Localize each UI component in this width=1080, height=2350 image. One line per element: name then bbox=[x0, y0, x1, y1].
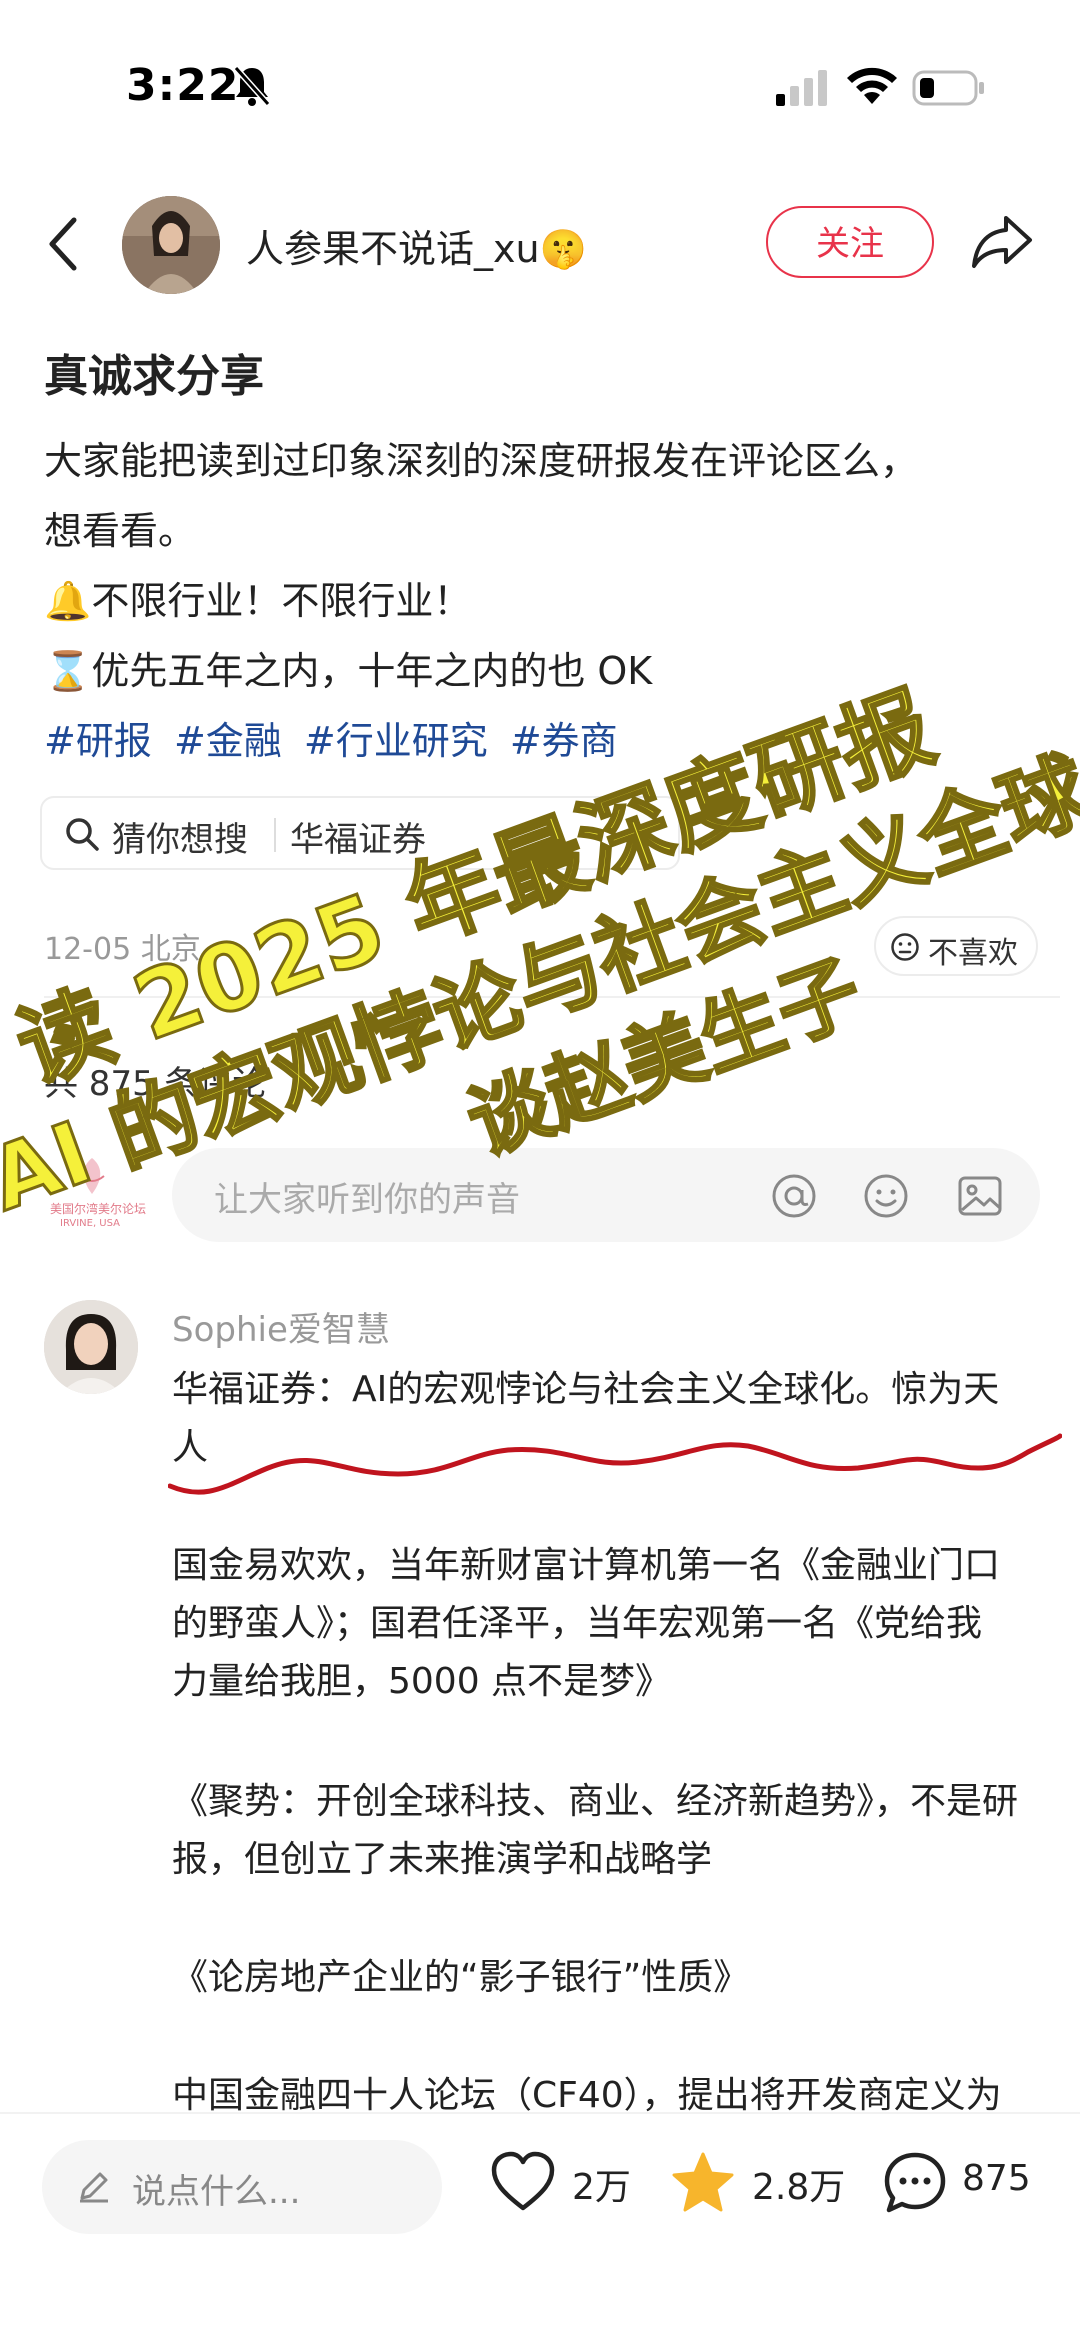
heart-icon[interactable] bbox=[490, 2150, 556, 2216]
comment-text-line: 中国金融四十人论坛（CF40），提出将开发商定义为 bbox=[172, 2075, 1002, 2116]
comment-count: 共 875 条评论 bbox=[44, 1064, 267, 1104]
post-date-location: 12-05 北京 bbox=[44, 932, 201, 967]
tag-link[interactable]: #券商 bbox=[510, 719, 618, 763]
say-something-placeholder: 说点什么... bbox=[132, 2172, 301, 2212]
tag-link[interactable]: #研报 bbox=[44, 719, 152, 763]
commenter-avatar[interactable] bbox=[44, 1300, 138, 1394]
avatar-text: 美国尔湾美尔论坛 bbox=[50, 1202, 147, 1216]
dislike-label: 不喜欢 bbox=[928, 936, 1018, 971]
overlay-line-3: 谈赵美生子 bbox=[456, 943, 874, 1173]
status-time: 3:22 bbox=[126, 60, 240, 111]
commenter-name[interactable]: Sophie爱智慧 bbox=[172, 1302, 390, 1351]
author-avatar[interactable] bbox=[122, 196, 220, 294]
say-something-input[interactable]: 说点什么... bbox=[42, 2140, 442, 2234]
back-arrow-icon[interactable] bbox=[44, 214, 84, 274]
post-body-line: 大家能把读到过印象深刻的深度研报发在评论区么， bbox=[44, 439, 919, 483]
comment-input-placeholder: 让大家听到你的声音 bbox=[214, 1180, 520, 1220]
comment-bubble-icon[interactable] bbox=[882, 2150, 948, 2216]
image-icon[interactable] bbox=[956, 1172, 1004, 1220]
author-name[interactable]: 人参果不说话_xu🤫 bbox=[246, 218, 587, 273]
comment-total: 875 bbox=[962, 2158, 1031, 2199]
post-body-line: 想看看。 bbox=[44, 509, 197, 553]
pencil-icon bbox=[80, 2172, 108, 2203]
red-underline-annotation bbox=[168, 1433, 1062, 1495]
search-icon bbox=[66, 818, 99, 851]
comment-text-line: 《论房地产企业的“影子银行”性质》 bbox=[172, 1957, 750, 1998]
post-body-line: ⌛优先五年之内，十年之内的也 OK bbox=[44, 649, 653, 693]
comment-text-line: 力量给我胆，5000 点不是梦》 bbox=[172, 1661, 672, 1702]
divider bbox=[274, 818, 276, 852]
current-user-avatar: 美国尔湾美尔论坛 IRVINE, USA bbox=[44, 1148, 146, 1242]
cellular-signal-icon bbox=[776, 70, 827, 106]
comment-text-line: 的野蛮人》；国君任泽平，当年宏观第一名《党给我 bbox=[172, 1603, 983, 1644]
tag-link[interactable]: #金融 bbox=[174, 719, 282, 763]
emoji-icon[interactable] bbox=[862, 1172, 910, 1220]
follow-button[interactable]: 关注 bbox=[766, 206, 934, 278]
comment-text-line: 国金易欢欢，当年新财富计算机第一名《金融业门口 bbox=[172, 1545, 1001, 1586]
post-title: 真诚求分享 bbox=[44, 351, 264, 402]
comment-text-line: 华福证券：AI的宏观悖论与社会主义全球化。惊为天 bbox=[172, 1369, 1000, 1410]
tag-link[interactable]: #行业研究 bbox=[304, 719, 488, 763]
search-suggestion-query[interactable]: 华福证券 bbox=[290, 812, 426, 861]
wifi-icon bbox=[847, 67, 897, 104]
logo-icon bbox=[79, 1158, 105, 1194]
comment-input[interactable]: 让大家听到你的声音 bbox=[172, 1148, 1040, 1242]
favorite-count: 2.8万 bbox=[752, 2167, 846, 2208]
bell-slash-icon bbox=[233, 66, 271, 106]
divider bbox=[44, 996, 1060, 998]
frown-face-icon bbox=[891, 933, 919, 961]
dislike-button[interactable]: 不喜欢 bbox=[874, 916, 1038, 976]
share-icon[interactable] bbox=[970, 212, 1034, 272]
comment-text-line: 《聚势：开创全球科技、商业、经济新趋势》，不是研 bbox=[172, 1781, 1019, 1822]
like-count: 2万 bbox=[572, 2167, 631, 2208]
avatar-subtext: IRVINE, USA bbox=[60, 1218, 120, 1229]
post-body-line: 🔔不限行业！不限行业！ bbox=[44, 579, 472, 623]
search-suggestion-label: 猜你想搜 bbox=[112, 820, 248, 860]
star-icon[interactable] bbox=[670, 2150, 736, 2216]
search-suggestion-chip[interactable]: 猜你想搜 华福证券 bbox=[40, 796, 680, 870]
battery-icon bbox=[912, 70, 984, 106]
at-mention-icon[interactable] bbox=[770, 1172, 818, 1220]
post-tags: #研报 #金融 #行业研究 #券商 bbox=[44, 710, 628, 765]
comment-text-line: 报，但创立了未来推演学和战略学 bbox=[172, 1839, 713, 1880]
